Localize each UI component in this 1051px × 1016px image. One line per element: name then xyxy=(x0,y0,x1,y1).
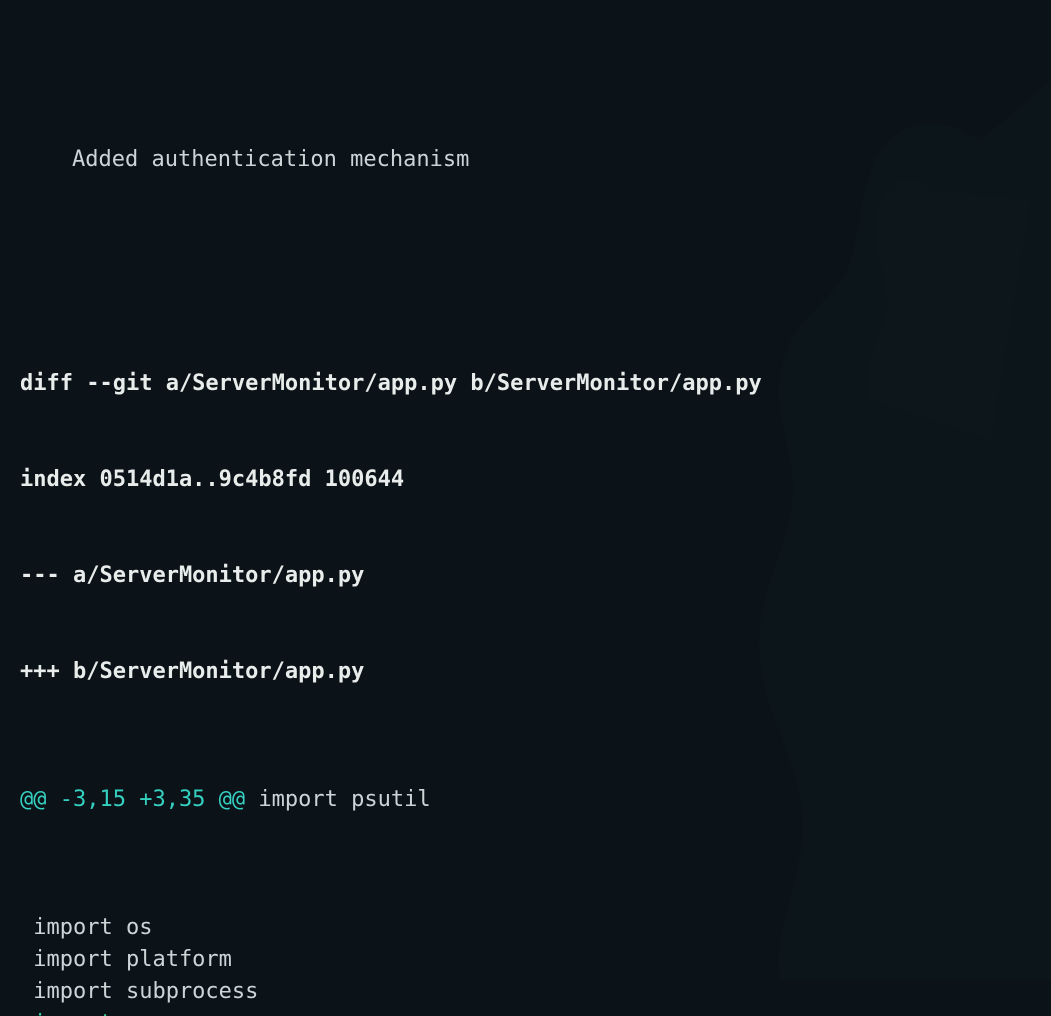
blank-line xyxy=(20,240,1051,272)
diff-context-line: import subprocess xyxy=(20,976,1051,1008)
diff-context-line: import os xyxy=(20,912,1051,944)
diff-minus-file: --- a/ServerMonitor/app.py xyxy=(20,560,1051,592)
hunk-context: import psutil xyxy=(245,787,430,812)
diff-git-line: diff --git a/ServerMonitor/app.py b/Serv… xyxy=(20,368,1051,400)
diff-viewer[interactable]: Added authentication mechanism diff --gi… xyxy=(0,0,1051,1016)
hunk-header: @@ -3,15 +3,35 @@ import psutil xyxy=(20,784,1051,816)
diff-index-line: index 0514d1a..9c4b8fd 100644 xyxy=(20,464,1051,496)
commit-message: Added authentication mechanism xyxy=(20,144,1051,176)
diff-added-line: +import re xyxy=(20,1008,1051,1016)
hunk-marker: @@ -3,15 +3,35 @@ xyxy=(20,787,245,812)
diff-context-line: import platform xyxy=(20,944,1051,976)
diff-body: import os import platform import subproc… xyxy=(20,912,1051,1016)
diff-plus-file: +++ b/ServerMonitor/app.py xyxy=(20,656,1051,688)
